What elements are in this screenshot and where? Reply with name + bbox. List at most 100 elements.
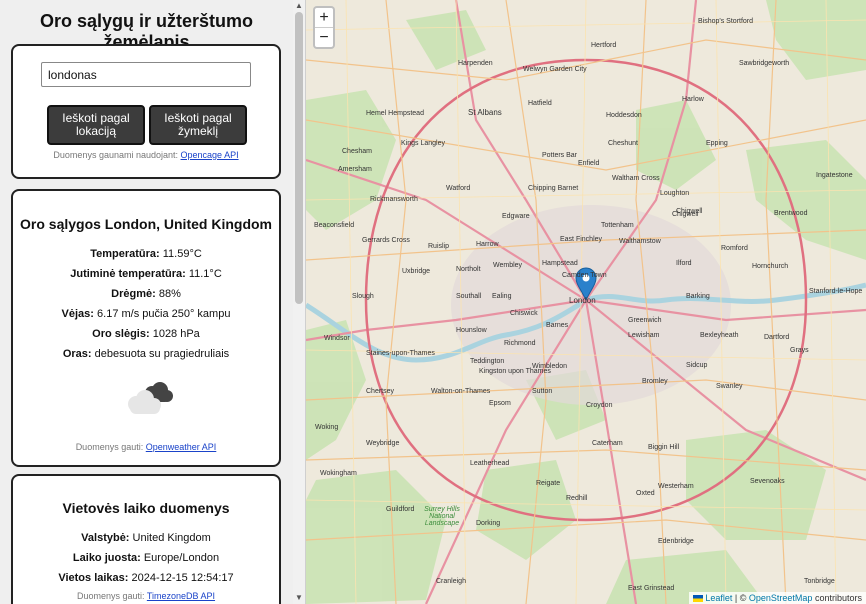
- openweather-link[interactable]: Openweather API: [146, 442, 217, 452]
- map-label: Reigate: [536, 480, 561, 487]
- weather-credit-prefix: Duomenys gauti:: [75, 442, 144, 452]
- map-label: Harrow: [476, 241, 499, 248]
- wind-row: Vėjas: 6.17 m/s pučia 250° kampu: [13, 308, 279, 320]
- map-label: Kings Langley: [401, 140, 445, 147]
- map-label: Northolt: [456, 266, 481, 273]
- map-label: Harpenden: [458, 60, 493, 67]
- conditions-row: Oras: debesuota su pragiedruliais: [13, 348, 279, 360]
- map-label: Welwyn Garden City: [523, 66, 587, 73]
- map-label: Leatherhead: [470, 460, 510, 467]
- country-value: United Kingdom: [132, 532, 211, 544]
- scroll-down-arrow-icon[interactable]: ▼: [293, 592, 305, 604]
- map-label: Hoddesdon: [606, 112, 642, 119]
- map-label: Windsor: [324, 335, 350, 342]
- map-label: Cranleigh: [436, 578, 466, 585]
- attribution-separator: | ©: [734, 593, 747, 603]
- zoom-in-button[interactable]: +: [315, 8, 333, 28]
- map-label: Tonbridge: [804, 578, 835, 585]
- map-label: Potters Bar: [542, 152, 578, 159]
- map-label: Chertsey: [366, 388, 395, 395]
- map-label: Chiswick: [510, 310, 538, 317]
- map-label: Wimbledon: [532, 363, 568, 370]
- map-label: London: [569, 296, 596, 305]
- leaflet-link[interactable]: Leaflet: [705, 593, 732, 603]
- weather-card: Oro sąlygos London, United Kingdom Tempe…: [11, 189, 281, 467]
- map-label: Sevenoaks: [750, 478, 785, 485]
- local-time-row: Vietos laikas: 2024-12-15 12:54:17: [13, 572, 279, 584]
- conditions-label: Oras:: [62, 348, 92, 360]
- map-label: Waltham Cross: [612, 175, 660, 182]
- map[interactable]: Hertford Bishop's Stortford Harpenden We…: [306, 0, 866, 604]
- zoom-out-button[interactable]: −: [315, 28, 333, 47]
- map-label: Richmond: [504, 340, 536, 347]
- map-label: Epping: [706, 140, 728, 147]
- map-label: Ealing: [492, 293, 512, 300]
- map-label: Brentwood: [774, 210, 808, 217]
- map-label: St Albans: [468, 108, 502, 117]
- map-attribution: Leaflet | © OpenStreetMap contributors: [688, 592, 866, 604]
- map-label: Swanley: [716, 383, 743, 390]
- map-label: Ruislip: [428, 243, 450, 250]
- opencage-link[interactable]: Opencage API: [181, 150, 239, 160]
- map-label: Tottenham: [601, 222, 634, 229]
- scroll-up-arrow-icon[interactable]: ▲: [293, 0, 305, 12]
- timezonedb-link[interactable]: TimezoneDB API: [147, 591, 215, 601]
- map-label: Hemel Hempstead: [366, 110, 424, 117]
- map-label: Bexleyheath: [700, 332, 739, 339]
- map-label: Loughton: [660, 190, 690, 197]
- map-label: Harlow: [682, 96, 704, 103]
- search-by-marker-button[interactable]: Ieškoti pagal žymeklį: [149, 105, 247, 145]
- map-label: Grays: [790, 347, 809, 354]
- map-label: Slough: [352, 293, 374, 300]
- search-input[interactable]: [41, 62, 251, 87]
- map-label: Hertford: [591, 42, 617, 49]
- temperature-row: Temperatūra: 11.59°C: [13, 248, 279, 260]
- map-label: Walthamstow: [619, 238, 661, 245]
- map-label: Woking: [315, 424, 339, 431]
- map-label: Southall: [456, 293, 482, 300]
- map-label: Uxbridge: [402, 268, 431, 275]
- map-label: Gerrards Cross: [362, 237, 410, 244]
- map-label: Barking: [686, 293, 710, 300]
- sidebar: Oro sąlygų ir užterštumo žemėlapis Ieško…: [0, 0, 293, 604]
- pressure-row: Oro slėgis: 1028 hPa: [13, 328, 279, 340]
- map-label: Lewisham: [628, 332, 660, 339]
- map-label: Wembley: [493, 262, 523, 269]
- sidebar-scrollbar[interactable]: ▲ ▼: [293, 0, 306, 604]
- geo-credit: Duomenys gaunami naudojant: Opencage API: [13, 150, 279, 160]
- search-by-location-button[interactable]: Ieškoti pagal lokaciją: [47, 105, 145, 145]
- zoom-control: + −: [313, 6, 335, 49]
- map-label: Guildford: [386, 506, 415, 513]
- pressure-value: 1028 hPa: [152, 328, 200, 340]
- map-label: Romford: [721, 245, 748, 252]
- feels-like-label: Jutiminė temperatūra:: [70, 268, 186, 280]
- humidity-label: Drėgmė:: [111, 288, 156, 300]
- map-label: Hatfield: [528, 100, 552, 107]
- map-label: Chigwell: [672, 211, 699, 218]
- feels-like-row: Jutiminė temperatūra: 11.1°C: [13, 268, 279, 280]
- map-label: Sutton: [532, 388, 553, 395]
- map-label: Barnes: [546, 322, 569, 329]
- temperature-label: Temperatūra:: [90, 248, 160, 260]
- humidity-row: Drėgmė: 88%: [13, 288, 279, 300]
- wind-label: Vėjas:: [61, 308, 94, 320]
- local-time-value: 2024-12-15 12:54:17: [131, 572, 234, 584]
- map-label: Ilford: [676, 260, 692, 267]
- openstreetmap-link[interactable]: OpenStreetMap: [749, 593, 813, 603]
- map-label: Edgware: [502, 213, 530, 220]
- conditions-value: debesuota su pragiedruliais: [94, 348, 230, 360]
- map-label: East Finchley: [560, 236, 603, 243]
- map-label: Bishop's Stortford: [698, 18, 754, 25]
- map-label: East Grinstead: [628, 585, 675, 592]
- timezone-row: Laiko juosta: Europe/London: [13, 552, 279, 564]
- country-row: Valstybė: United Kingdom: [13, 532, 279, 544]
- map-label: Beaconsfield: [314, 222, 355, 229]
- scrollbar-thumb[interactable]: [295, 12, 303, 304]
- timezone-credit: Duomenys gauti: TimezoneDB API: [13, 591, 279, 601]
- map-label: Westerham: [658, 483, 694, 490]
- attribution-suffix: contributors: [814, 593, 862, 603]
- timezone-label: Laiko juosta:: [72, 552, 141, 564]
- weather-credit: Duomenys gauti: Openweather API: [13, 442, 279, 452]
- location-title: Vietovės laiko duomenys: [62, 500, 230, 516]
- ukraine-flag-icon: [692, 595, 703, 603]
